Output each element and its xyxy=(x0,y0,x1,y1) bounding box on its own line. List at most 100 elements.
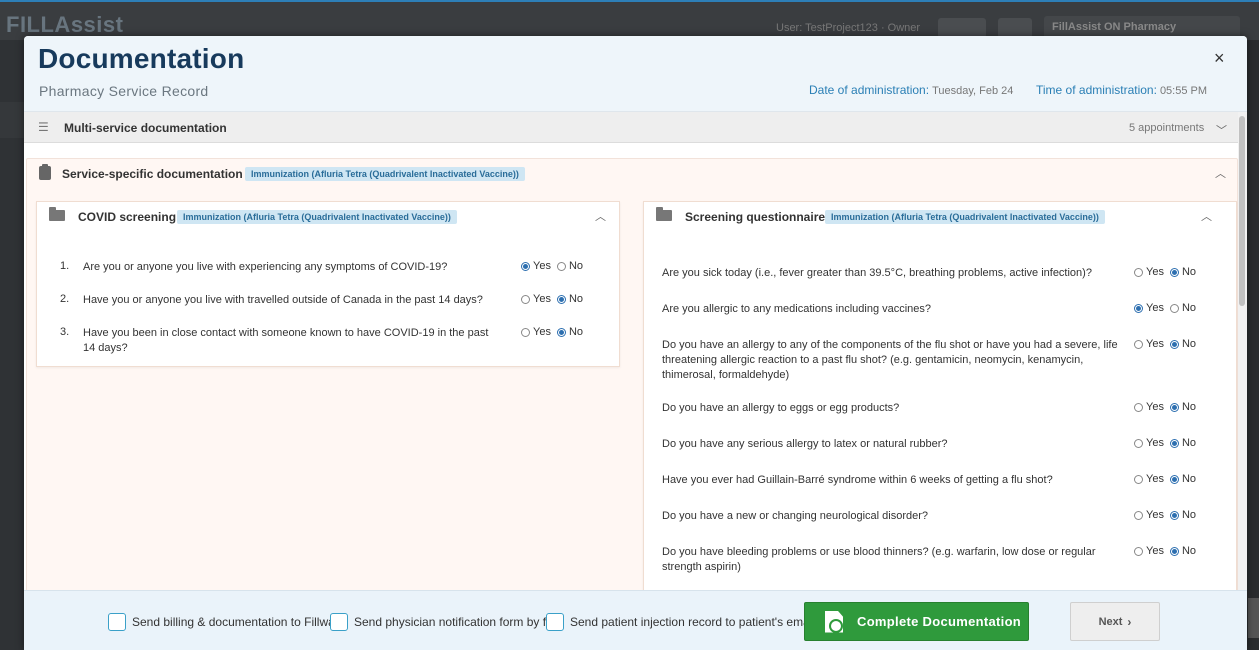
radio-no-dot[interactable] xyxy=(1169,474,1179,484)
radio-yes[interactable]: Yes xyxy=(521,293,551,305)
checkbox-box[interactable] xyxy=(108,613,126,631)
yes-no-radio-group: Yes No xyxy=(1134,509,1202,523)
radio-no-dot[interactable] xyxy=(1169,402,1179,412)
complete-documentation-button[interactable]: Complete Documentation xyxy=(804,602,1029,641)
covid-card-header[interactable]: COVID screening Immunization (Afluria Te… xyxy=(37,202,619,232)
chevron-up-icon[interactable]: ︿ xyxy=(595,208,606,224)
radio-no-dot[interactable] xyxy=(1169,546,1179,556)
radio-yes-dot[interactable] xyxy=(521,327,530,337)
screening-card-header[interactable]: Screening questionnaire Immunization (Af… xyxy=(644,202,1236,232)
radio-no-dot[interactable] xyxy=(1169,339,1179,349)
screening-question-text: Are you sick today (i.e., fever greater … xyxy=(662,267,1092,279)
radio-yes[interactable]: Yes xyxy=(1134,338,1164,350)
radio-no-dot[interactable] xyxy=(556,261,566,271)
covid-question-text: Are you or anyone you live with experien… xyxy=(83,261,448,273)
modal-subtitle: Pharmacy Service Record xyxy=(39,83,209,99)
radio-yes-dot[interactable] xyxy=(1134,339,1143,349)
radio-no-dot[interactable] xyxy=(556,327,566,337)
radio-yes[interactable]: Yes xyxy=(1134,401,1164,413)
radio-yes-dot[interactable] xyxy=(1134,474,1143,484)
radio-yes[interactable]: Yes xyxy=(521,326,551,338)
time-value: 05:55 PM xyxy=(1159,85,1208,97)
send-physician-fax-checkbox[interactable]: Send physician notification form by fax xyxy=(330,613,559,631)
radio-no-dot[interactable] xyxy=(556,294,566,304)
radio-no[interactable]: No xyxy=(556,260,583,272)
modal-content: ☰ Multi-service documentation 5 appointm… xyxy=(24,112,1247,590)
service-specific-label: Service-specific documentation xyxy=(62,167,243,181)
yes-no-radio-group: Yes No xyxy=(521,260,589,274)
radio-no-dot[interactable] xyxy=(1169,267,1179,277)
modal-title: Documentation xyxy=(38,43,245,74)
documentation-modal: Documentation Pharmacy Service Record × … xyxy=(24,36,1247,650)
radio-no-label: No xyxy=(1181,266,1197,278)
radio-no[interactable]: No xyxy=(1169,401,1196,413)
radio-yes-dot[interactable] xyxy=(521,294,530,304)
radio-yes-dot[interactable] xyxy=(521,261,530,271)
covid-question-text: Have you been in close contact with some… xyxy=(83,327,489,354)
radio-yes[interactable]: Yes xyxy=(521,260,551,272)
radio-no-label: No xyxy=(1181,437,1197,449)
radio-yes[interactable]: Yes xyxy=(1134,437,1164,449)
covid-title: COVID screening xyxy=(78,210,177,224)
radio-yes-label: Yes xyxy=(533,326,551,338)
radio-yes-label: Yes xyxy=(1146,437,1164,449)
next-button[interactable]: Next › xyxy=(1070,602,1160,641)
radio-no-label: No xyxy=(1181,545,1197,557)
yes-no-radio-group: Yes No xyxy=(521,326,589,340)
radio-no-dot[interactable] xyxy=(1169,303,1179,313)
radio-no[interactable]: No xyxy=(556,326,584,338)
radio-no[interactable]: No xyxy=(1169,437,1197,449)
radio-yes-dot[interactable] xyxy=(1134,267,1143,277)
modal-scrollbar-thumb[interactable] xyxy=(1239,116,1245,306)
checkbox-box[interactable] xyxy=(546,613,564,631)
radio-yes-dot[interactable] xyxy=(1134,510,1143,520)
covid-screening-card: COVID screening Immunization (Afluria Te… xyxy=(36,201,620,367)
radio-yes-label: Yes xyxy=(1146,266,1164,278)
radio-no-label: No xyxy=(1181,509,1197,521)
link-button xyxy=(998,18,1032,38)
radio-no-label: No xyxy=(568,293,584,305)
radio-yes-label: Yes xyxy=(533,293,551,305)
radio-no[interactable]: No xyxy=(1169,302,1196,314)
background-sidebar xyxy=(0,40,25,650)
time-of-administration: Time of administration: 05:55 PM xyxy=(1036,83,1207,97)
radio-yes[interactable]: Yes xyxy=(1134,545,1164,557)
screening-question-text: Are you allergic to any medications incl… xyxy=(662,303,932,315)
send-patient-email-checkbox[interactable]: Send patient injection record to patient… xyxy=(546,613,815,631)
send-physician-label: Send physician notification form by fax xyxy=(354,615,559,629)
checkbox-box[interactable] xyxy=(330,613,348,631)
radio-yes[interactable]: Yes xyxy=(1134,302,1164,314)
service-specific-section: Service-specific documentation Immunizat… xyxy=(26,158,1238,590)
radio-yes-dot[interactable] xyxy=(1134,402,1143,412)
radio-no[interactable]: No xyxy=(1169,545,1197,557)
screening-question-text: Do you have an allergy to eggs or egg pr… xyxy=(662,402,900,414)
chevron-up-icon[interactable]: ︿ xyxy=(1215,165,1226,181)
radio-no-label: No xyxy=(1181,338,1197,350)
radio-yes-label: Yes xyxy=(1146,545,1164,557)
radio-no-dot[interactable] xyxy=(1169,510,1179,520)
radio-yes-dot[interactable] xyxy=(1134,438,1143,448)
screening-questionnaire-card: Screening questionnaire Immunization (Af… xyxy=(643,201,1237,590)
chevron-up-icon[interactable]: ︿ xyxy=(1201,208,1212,224)
radio-no[interactable]: No xyxy=(1169,509,1197,521)
radio-no[interactable]: No xyxy=(1169,338,1197,350)
radio-yes[interactable]: Yes xyxy=(1134,473,1164,485)
yes-no-radio-group: Yes No xyxy=(1134,473,1202,487)
pdf-icon xyxy=(825,610,843,633)
radio-no[interactable]: No xyxy=(556,293,584,305)
radio-yes-dot[interactable] xyxy=(1134,303,1143,313)
multi-service-row[interactable]: ☰ Multi-service documentation 5 appointm… xyxy=(24,112,1238,143)
close-icon[interactable]: × xyxy=(1214,48,1225,69)
radio-no-dot[interactable] xyxy=(1169,438,1179,448)
multi-service-label: Multi-service documentation xyxy=(64,121,227,135)
modal-header: Documentation Pharmacy Service Record × … xyxy=(24,36,1247,112)
radio-no-label: No xyxy=(568,326,584,338)
radio-yes-dot[interactable] xyxy=(1134,546,1143,556)
send-billing-checkbox[interactable]: Send billing & documentation to Fillware xyxy=(108,613,345,631)
radio-yes[interactable]: Yes xyxy=(1134,266,1164,278)
complete-label: Complete Documentation xyxy=(857,614,1022,629)
radio-no[interactable]: No xyxy=(1169,473,1196,485)
radio-no[interactable]: No xyxy=(1169,266,1197,278)
radio-yes[interactable]: Yes xyxy=(1134,509,1164,521)
chevron-down-icon[interactable]: ﹀ xyxy=(1216,122,1227,138)
